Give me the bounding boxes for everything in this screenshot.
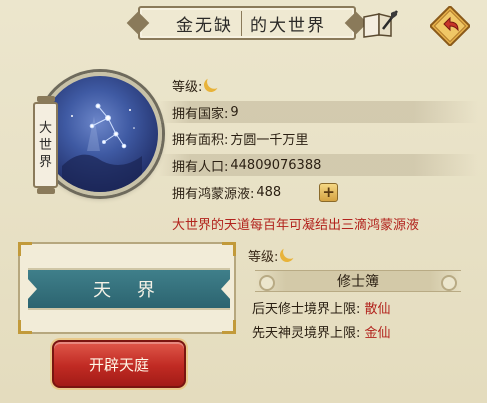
realm-card[interactable]: 天 界 (18, 242, 236, 334)
crescent-moon-icon (202, 76, 220, 94)
limit1-value: 散仙 (364, 302, 391, 317)
back-arrow-icon[interactable] (428, 4, 472, 48)
essence-label: 拥有鸿蒙源液: (172, 186, 255, 202)
open-heavenly-court-button[interactable]: 开辟天庭 (52, 340, 186, 388)
population-value: 44809076388 (230, 157, 322, 173)
book-title: 修士簿 (337, 274, 379, 290)
countries-label: 拥有国家: (172, 106, 229, 122)
limit1-label: 后天修士境界上限: (252, 302, 361, 317)
globe-tag-char: 大 (38, 120, 52, 136)
level-row: 等级: (158, 74, 218, 96)
book-quill-icon[interactable] (360, 8, 400, 40)
area-label: 拥有面积: (172, 132, 229, 148)
area-row: 拥有面积: 方圆一千万里 (158, 127, 308, 149)
crescent-moon-icon (278, 246, 296, 264)
cultivator-book-header: 修士簿 (255, 270, 461, 292)
realm-name: 天 界 (93, 280, 165, 301)
essence-notice: 大世界的天道每百年可凝结出三滴鸿蒙源液 (172, 218, 420, 233)
countries-row: 拥有国家: 9 (158, 101, 478, 123)
acquired-cultivator-limit: 后天修士境界上限: 散仙 (252, 298, 391, 317)
world-title: 的大世界 (250, 15, 326, 36)
population-label: 拥有人口: (172, 159, 229, 175)
add-essence-button[interactable]: + (319, 182, 339, 202)
countries-value: 9 (230, 104, 239, 120)
owner-name: 金无缺 (168, 10, 242, 36)
essence-value: 488 (256, 184, 282, 200)
world-panel: 金无缺 的大世界 大 世 界 等级: 拥有国家: 9 拥有面积: 方圆一千万里 … (0, 0, 487, 403)
realm-name-banner: 天 界 (27, 268, 231, 310)
innate-deity-limit: 先天神灵境界上限: 金仙 (252, 322, 391, 341)
globe-tag-char: 世 (38, 137, 52, 153)
population-row: 拥有人口: 44809076388 (158, 154, 478, 176)
area-value: 方圆一千万里 (230, 132, 309, 148)
level-label: 等级: (172, 79, 203, 95)
open-button-label: 开辟天庭 (88, 355, 149, 374)
realm-level-row: 等级: (248, 244, 294, 266)
limit2-label: 先天神灵境界上限: (252, 326, 361, 341)
essence-row: 拥有鸿蒙源液: 488 + (158, 181, 339, 203)
world-title-bar: 金无缺 的大世界 (138, 6, 356, 40)
globe-tag-char: 界 (38, 154, 52, 170)
limit2-value: 金仙 (364, 326, 391, 341)
globe-title-scroll: 大 世 界 (33, 96, 58, 194)
realm-level-label: 等级: (248, 249, 279, 265)
